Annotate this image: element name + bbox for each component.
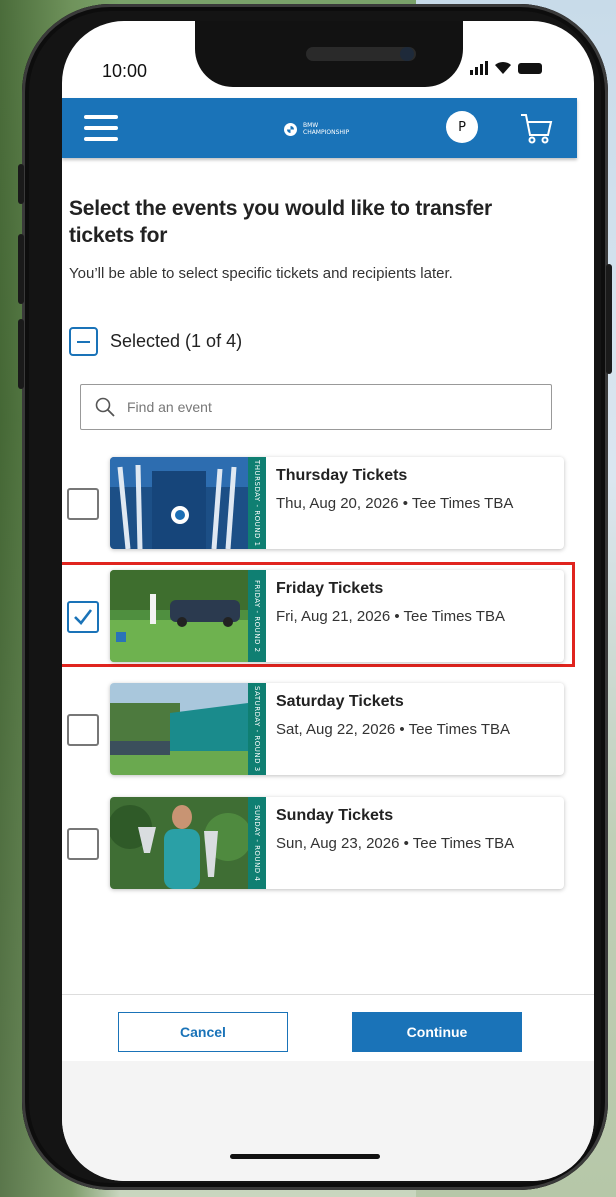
volume-down-button — [18, 319, 24, 389]
event-card[interactable]: FRIDAY - ROUND 2 Friday Tickets Fri, Aug… — [110, 570, 564, 662]
power-button — [606, 264, 612, 374]
event-title: Friday Tickets — [276, 580, 384, 597]
search-input[interactable] — [125, 398, 529, 416]
indeterminate-checkbox[interactable] — [69, 327, 98, 356]
round-label: FRIDAY - ROUND 2 — [248, 570, 266, 662]
event-thumbnail — [110, 683, 248, 775]
menu-icon[interactable] — [84, 115, 118, 141]
search-icon — [95, 397, 115, 417]
bmw-championship-logo: BMW CHAMPIONSHIP — [284, 122, 349, 136]
logo-line2: CHAMPIONSHIP — [303, 129, 350, 136]
phone-screen: 10:00 BMW CHAMPIONSHIP P Select the even… — [62, 21, 594, 1181]
select-all-toggle[interactable]: Selected (1 of 4) — [69, 327, 242, 356]
event-thumbnail — [110, 570, 248, 662]
page-subtitle: You’ll be able to select specific ticket… — [69, 265, 453, 282]
round-label: SUNDAY - ROUND 4 — [248, 797, 266, 889]
front-camera — [400, 47, 414, 61]
selected-count-label: Selected (1 of 4) — [110, 331, 243, 351]
round-label: SATURDAY - ROUND 3 — [248, 683, 266, 775]
event-date: Fri, Aug 21, 2026 • Tee Times TBA — [276, 608, 505, 625]
event-card[interactable]: SUNDAY - ROUND 4 Sunday Tickets Sun, Aug… — [110, 797, 564, 889]
event-date: Sat, Aug 22, 2026 • Tee Times TBA — [276, 721, 511, 738]
event-row: FRIDAY - ROUND 2 Friday Tickets Fri, Aug… — [67, 570, 567, 666]
event-checkbox-checked[interactable] — [67, 601, 99, 633]
phone-frame: 10:00 BMW CHAMPIONSHIP P Select the even… — [18, 4, 612, 1190]
event-thumbnail — [110, 797, 248, 889]
event-date: Sun, Aug 23, 2026 • Tee Times TBA — [276, 835, 515, 852]
status-icons — [470, 61, 542, 75]
event-checkbox[interactable] — [67, 828, 99, 860]
event-title: Thursday Tickets — [276, 467, 408, 484]
event-title: Sunday Tickets — [276, 807, 394, 824]
volume-up-button — [18, 234, 24, 304]
event-card[interactable]: THURSDAY - ROUND 1 Thursday Tickets Thu,… — [110, 457, 564, 549]
event-row: THURSDAY - ROUND 1 Thursday Tickets Thu,… — [67, 457, 567, 553]
bmw-roundel-icon — [284, 122, 297, 136]
event-thumbnail — [110, 457, 248, 549]
home-indicator[interactable] — [230, 1154, 380, 1159]
logo-line1: BMW — [303, 122, 319, 129]
profile-avatar[interactable]: P — [446, 111, 478, 143]
cancel-button[interactable]: Cancel — [118, 1012, 288, 1052]
signal-icon — [470, 61, 488, 75]
event-card[interactable]: SATURDAY - ROUND 3 Saturday Tickets Sat,… — [110, 683, 564, 775]
footer-area — [62, 1061, 594, 1181]
page-title: Select the events you would like to tran… — [69, 197, 492, 247]
event-checkbox[interactable] — [67, 714, 99, 746]
search-box[interactable] — [80, 384, 552, 430]
wifi-icon — [495, 61, 511, 74]
event-date: Thu, Aug 20, 2026 • Tee Times TBA — [276, 495, 514, 512]
footer-divider — [62, 994, 594, 995]
app-header: BMW CHAMPIONSHIP P — [62, 98, 577, 158]
event-checkbox[interactable] — [67, 488, 99, 520]
event-title: Saturday Tickets — [276, 693, 404, 710]
event-row: SUNDAY - ROUND 4 Sunday Tickets Sun, Aug… — [67, 797, 567, 893]
silent-switch — [18, 164, 24, 204]
battery-icon — [518, 62, 542, 74]
event-row: SATURDAY - ROUND 3 Saturday Tickets Sat,… — [67, 683, 567, 779]
cart-icon[interactable] — [518, 110, 554, 146]
round-label: THURSDAY - ROUND 1 — [248, 457, 266, 549]
continue-button[interactable]: Continue — [352, 1012, 522, 1052]
checkmark-icon — [74, 609, 93, 625]
status-time: 10:00 — [102, 61, 148, 81]
